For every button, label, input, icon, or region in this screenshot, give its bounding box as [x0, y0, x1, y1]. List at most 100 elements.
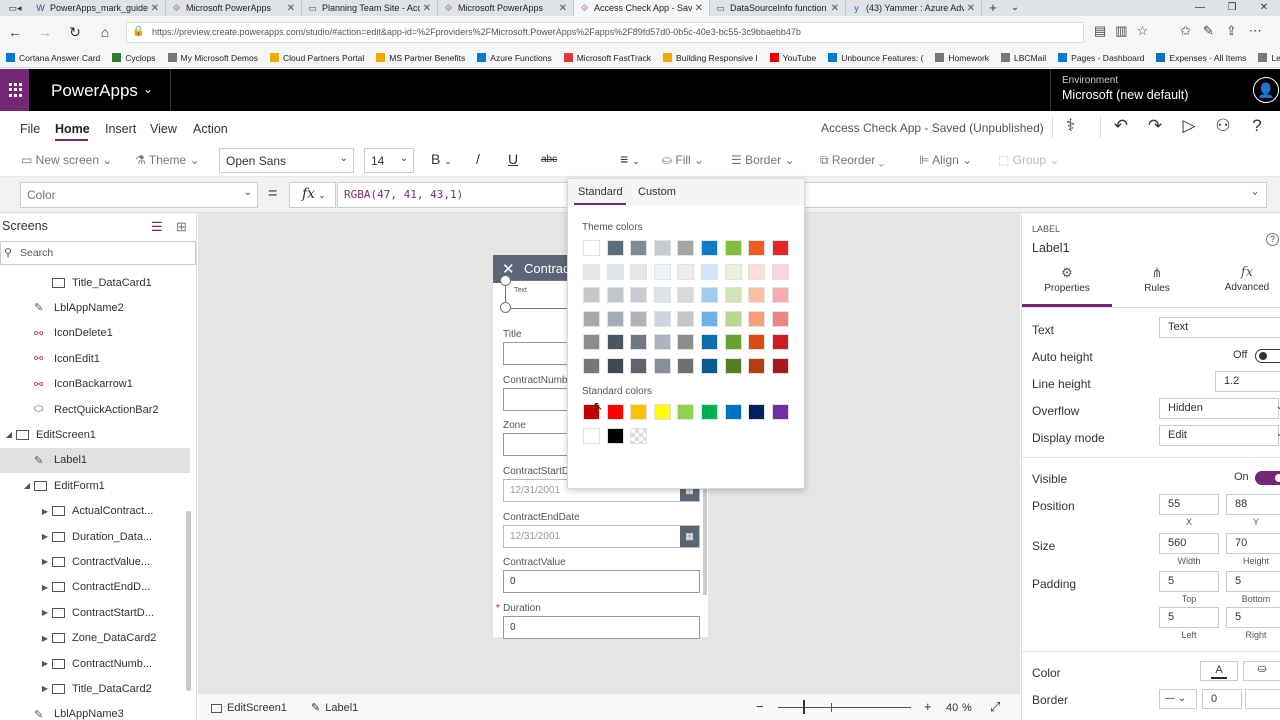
fill-button[interactable]: ⛀ Fill ⌄ — [662, 153, 704, 167]
ribbon-tab-home[interactable]: Home — [55, 122, 90, 136]
favorite-link[interactable]: Homework — [935, 53, 989, 63]
theme-color-swatch[interactable] — [677, 287, 695, 304]
resize-handle[interactable] — [500, 275, 511, 286]
theme-color-swatch[interactable] — [606, 334, 624, 351]
theme-color-swatch[interactable] — [653, 240, 671, 256]
theme-color-swatch[interactable] — [583, 358, 600, 374]
brand-chevron-icon[interactable]: ⌄ — [143, 82, 153, 96]
border-width-input[interactable]: 0 — [1202, 689, 1242, 709]
zoom-slider[interactable] — [778, 707, 911, 708]
standard-color-swatch[interactable] — [606, 404, 624, 420]
tree-view-icon[interactable]: ☰ — [151, 219, 163, 235]
transparent-swatch[interactable] — [630, 427, 648, 444]
font-family-select[interactable]: Open Sans ⌄ — [219, 148, 354, 173]
height-input[interactable]: 70 — [1226, 533, 1280, 554]
expand-toggle-icon[interactable]: ▶ — [38, 634, 52, 643]
ribbon-tab-view[interactable]: View — [150, 122, 177, 136]
property-select[interactable]: Color ⌄ — [20, 182, 258, 208]
new-screen-button[interactable]: ▭ New screen ⌄ — [21, 153, 112, 167]
position-y-input[interactable]: 88 — [1226, 494, 1280, 515]
favorite-link[interactable]: Cyclops — [112, 53, 156, 63]
tree-item[interactable]: ▶ ContractValue... — [0, 549, 190, 574]
browser-tab[interactable]: ⟐ Microsoft PowerApps ✕ — [438, 0, 574, 16]
theme-color-swatch[interactable] — [771, 240, 789, 256]
favorite-link[interactable]: Unbounce Features: ( — [828, 53, 923, 63]
ribbon-tab-insert[interactable]: Insert — [105, 122, 136, 136]
expand-toggle-icon[interactable]: ◢ — [2, 430, 16, 439]
theme-color-swatch[interactable] — [630, 310, 648, 327]
help-icon[interactable]: ? — [1266, 233, 1279, 246]
favorite-link[interactable]: Expenses - All Items — [1156, 53, 1246, 63]
theme-color-swatch[interactable] — [724, 240, 742, 256]
theme-color-swatch[interactable] — [724, 334, 742, 351]
favorite-link[interactable]: Microsoft FastTrack — [563, 53, 651, 63]
theme-color-swatch[interactable] — [724, 263, 742, 280]
theme-color-swatch[interactable] — [630, 263, 648, 280]
tree-item[interactable]: ⚯ IconEdit1 — [0, 346, 190, 371]
theme-color-swatch[interactable] — [748, 334, 766, 351]
more-icon[interactable]: ⋯ — [1249, 23, 1262, 39]
tree-item[interactable]: ⚯ IconBackarrow1 — [0, 372, 190, 397]
group-button[interactable]: ⬚ Group ⌄ — [998, 153, 1059, 167]
tree-item[interactable]: ✎ LblAppName2 — [0, 295, 190, 320]
italic-button[interactable]: / — [476, 151, 480, 167]
zoom-in-button[interactable]: + — [924, 699, 932, 714]
form-field-input[interactable]: 0 — [503, 570, 700, 593]
environment-picker[interactable]: Microsoft (new default) — [1062, 88, 1188, 102]
theme-color-swatch[interactable] — [701, 334, 718, 351]
share-icon[interactable]: ⇪ — [1226, 23, 1237, 39]
split-icon[interactable]: ▥ — [1115, 23, 1127, 39]
theme-color-swatch[interactable] — [583, 287, 600, 304]
close-tab-icon[interactable]: ✕ — [151, 3, 159, 14]
theme-color-swatch[interactable] — [677, 310, 695, 327]
text-color-button[interactable]: A — [1200, 661, 1238, 681]
text-align-button[interactable]: ≡ ⌄ — [620, 151, 640, 167]
thumbnail-view-icon[interactable]: ⊞ — [176, 219, 187, 235]
browser-tab[interactable]: WPowerApps_mark_guide (00✕ — [30, 0, 166, 16]
redo-icon[interactable]: ↷ — [1138, 116, 1172, 138]
overflow-select[interactable]: Hidden ⌄ — [1159, 398, 1280, 419]
minimize-icon[interactable]: — — [1184, 0, 1216, 16]
reading-view-icon[interactable]: ▤ — [1094, 23, 1106, 39]
expand-toggle-icon[interactable]: ◢ — [20, 481, 34, 490]
favorite-link[interactable]: Building Responsive I — [663, 53, 758, 63]
browser-tab[interactable]: ▭Planning Team Site - Access✕ — [302, 0, 438, 16]
forward-icon[interactable]: → — [30, 24, 60, 40]
notes-icon[interactable]: ✎ — [1203, 23, 1214, 39]
theme-color-swatch[interactable] — [653, 287, 671, 304]
share-user-icon[interactable]: ⚇ — [1206, 116, 1240, 138]
browser-tab[interactable]: ⟐ Microsoft PowerApps ✕ — [166, 0, 302, 16]
close-tab-icon[interactable]: ✕ — [287, 3, 295, 14]
theme-color-swatch[interactable] — [701, 310, 718, 327]
theme-color-swatch[interactable] — [653, 263, 671, 280]
browser-tab[interactable]: ▭DataSourceInfo function - F✕ — [710, 0, 846, 16]
close-tab-icon[interactable]: ✕ — [423, 3, 431, 14]
close-window-icon[interactable]: ✕ — [1248, 0, 1280, 16]
home-icon[interactable]: ⌂ — [90, 24, 120, 40]
theme-color-swatch[interactable] — [606, 240, 624, 256]
font-size-select[interactable]: 14 ⌄ — [364, 148, 414, 173]
tree-search-input[interactable]: ⚲ Search — [0, 241, 196, 265]
ribbon-tab-file[interactable]: File — [20, 122, 40, 136]
tree-item[interactable]: ▶ ContractStartD... — [0, 600, 190, 625]
standard-color-swatch[interactable] — [630, 404, 648, 420]
expand-toggle-icon[interactable]: ▶ — [38, 583, 52, 592]
theme-color-swatch[interactable] — [630, 287, 648, 304]
standard-color-swatch[interactable] — [724, 404, 742, 420]
fill-color-button[interactable]: ⛀ — [1243, 661, 1280, 681]
padding-bottom-input[interactable]: 5 — [1226, 571, 1280, 592]
favorite-link[interactable]: Cloud Partners Portal — [269, 53, 364, 63]
close-tab-icon[interactable]: ✕ — [967, 3, 975, 14]
theme-color-swatch[interactable] — [583, 263, 600, 280]
tree-item[interactable]: ⬭ RectQuickActionBar2 — [0, 397, 190, 422]
zoom-out-button[interactable]: − — [756, 699, 764, 714]
theme-color-swatch[interactable] — [630, 240, 648, 256]
standard-color-swatch[interactable] — [606, 427, 624, 444]
theme-color-swatch[interactable] — [583, 310, 600, 327]
tree-item[interactable]: ✎ Label1 — [0, 447, 190, 473]
tab-rules[interactable]: ⋔ Rules — [1112, 265, 1202, 307]
theme-color-swatch[interactable] — [724, 287, 742, 304]
line-height-input[interactable]: 1.2 — [1215, 371, 1280, 392]
calendar-icon[interactable]: ▦ — [680, 526, 699, 547]
theme-color-swatch[interactable] — [701, 240, 718, 256]
